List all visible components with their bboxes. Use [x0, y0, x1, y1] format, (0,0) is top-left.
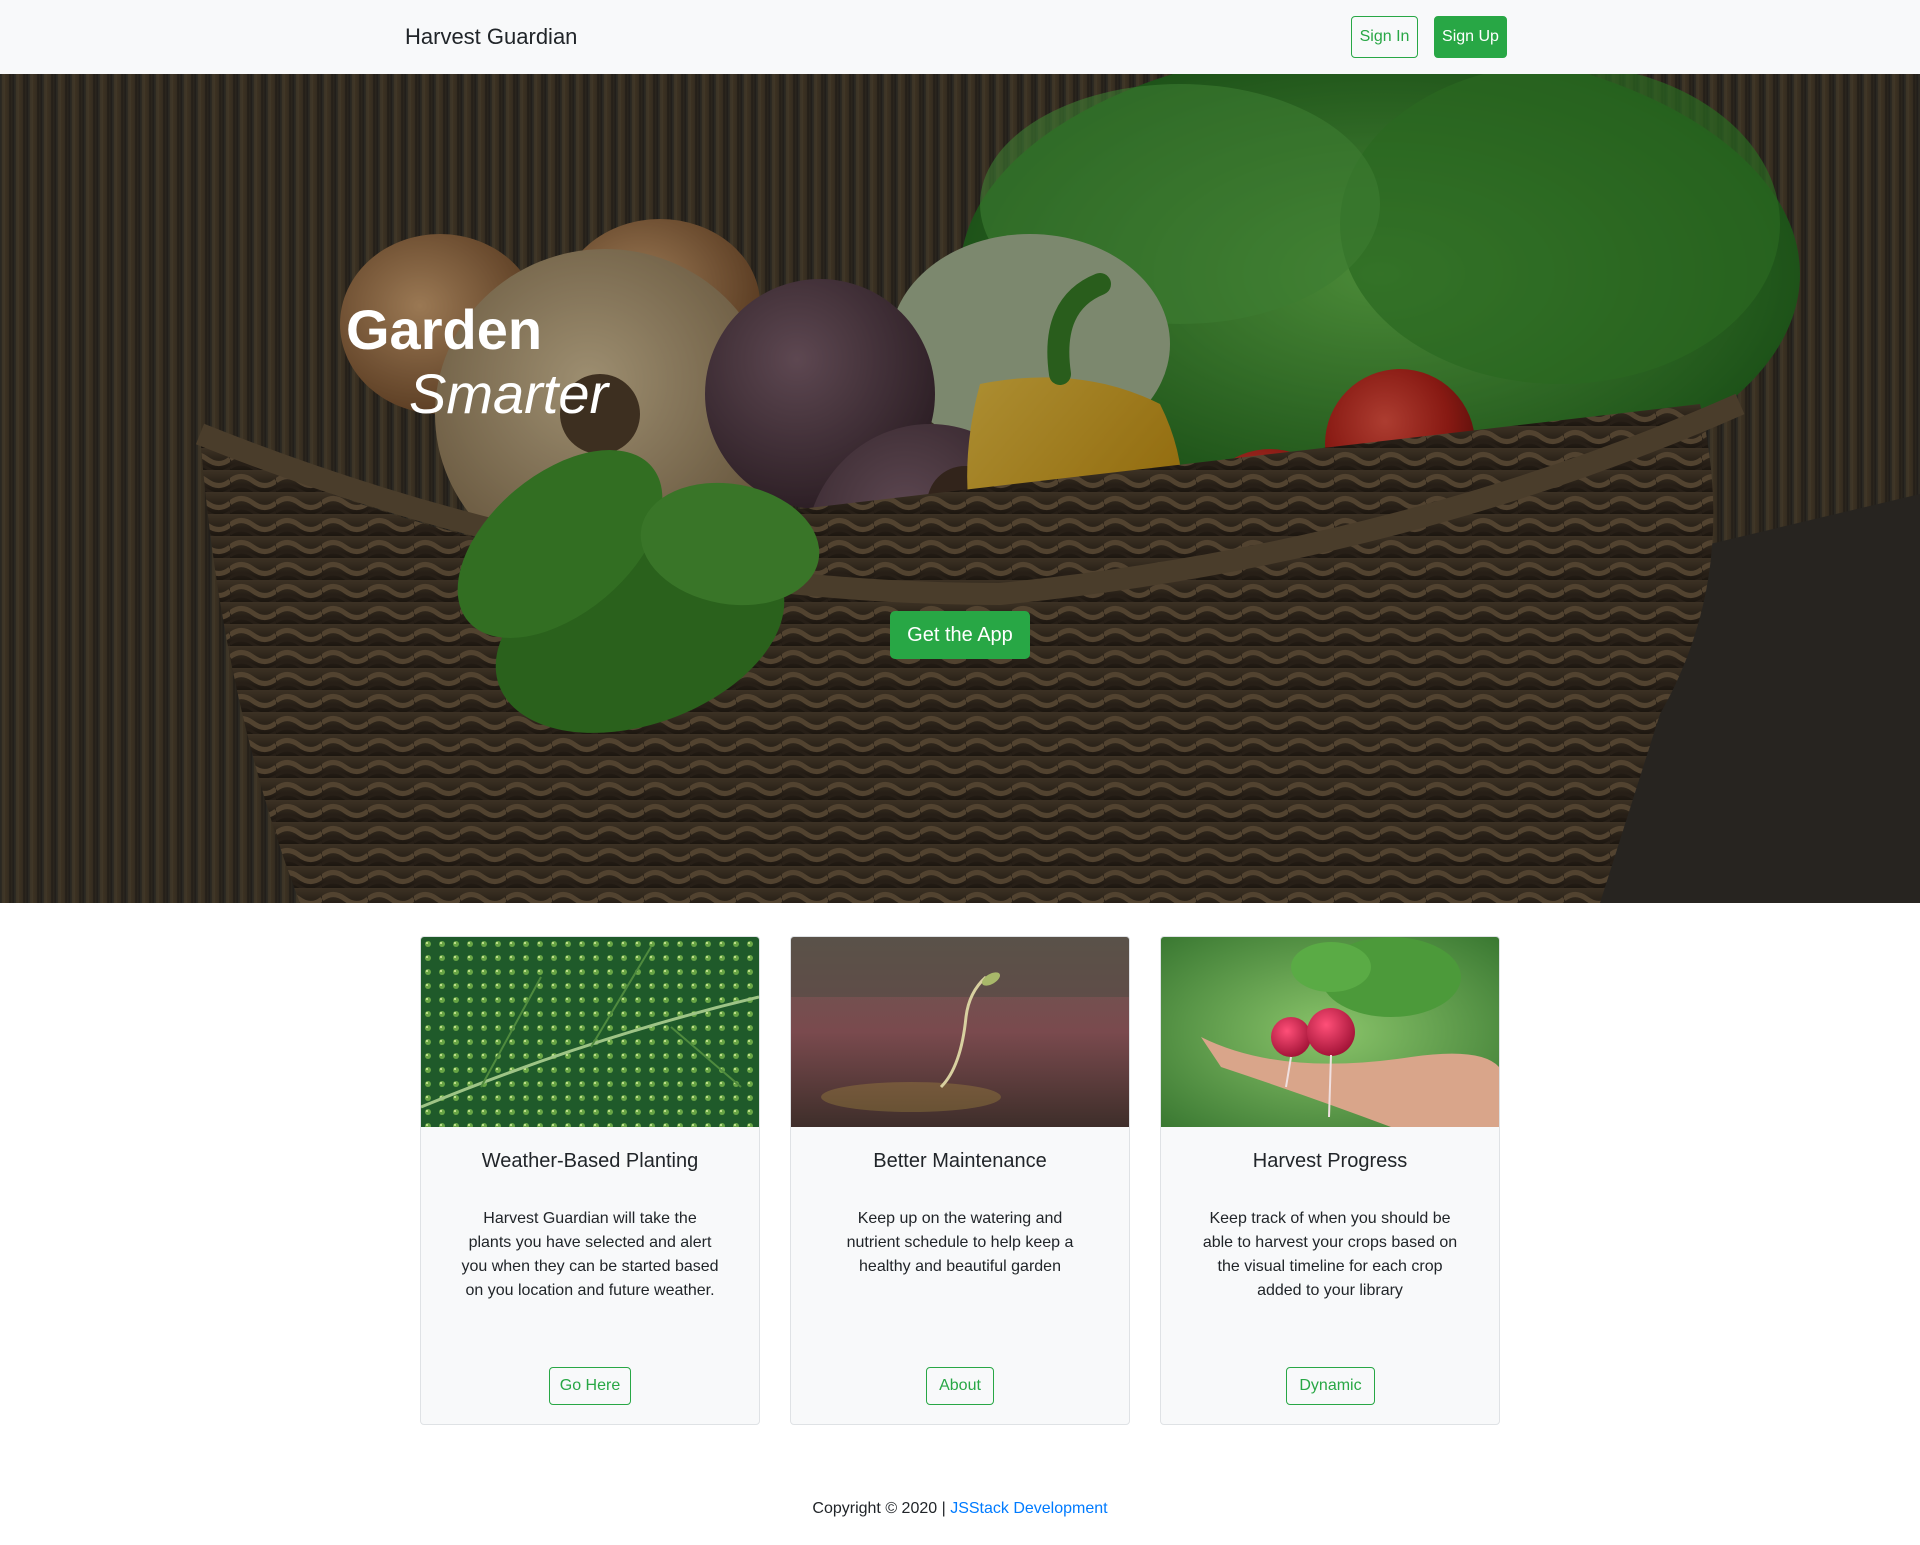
go-here-button[interactable]: Go Here — [549, 1367, 631, 1405]
hero-title-line2: Smarter — [409, 362, 609, 425]
card-text: Keep up on the watering and nutrient sch… — [846, 1210, 1074, 1275]
seedling-sprout-image — [791, 937, 1129, 1127]
navbar: Harvest Guardian Sign In Sign Up — [0, 0, 1920, 74]
about-button[interactable]: About — [926, 1367, 994, 1405]
leaf-water-drops-image — [421, 937, 759, 1127]
hero-title-line1: Garden — [346, 298, 543, 361]
sign-up-button[interactable]: Sign Up — [1434, 16, 1507, 58]
hero-heading: Garden Smarter — [346, 298, 608, 426]
card-title: Better Maintenance — [873, 1150, 1047, 1172]
get-the-app-button[interactable]: Get the App — [890, 611, 1030, 659]
feature-card-harvest: Harvest Progress Keep track of when you … — [1160, 936, 1500, 1425]
brand-link[interactable]: Harvest Guardian — [405, 22, 577, 52]
footer: Copyright © 2020 | JSStack Development — [0, 1497, 1920, 1521]
jsstack-development-link[interactable]: JSStack Development — [950, 1500, 1107, 1517]
card-text: Harvest Guardian will take the plants yo… — [461, 1210, 719, 1299]
radishes-in-hand-image — [1161, 937, 1499, 1127]
feature-card-maintenance: Better Maintenance Keep up on the wateri… — [790, 936, 1130, 1425]
hero-vegetable-basket-image — [0, 74, 1920, 903]
feature-card-weather: Weather-Based Planting Harvest Guardian … — [420, 936, 760, 1425]
hero-banner: Garden Smarter Get the App — [0, 74, 1920, 903]
card-text: Keep track of when you should be able to… — [1202, 1210, 1458, 1299]
card-title: Harvest Progress — [1252, 1150, 1408, 1172]
dynamic-button[interactable]: Dynamic — [1286, 1367, 1375, 1405]
sign-in-button[interactable]: Sign In — [1351, 16, 1418, 58]
card-title: Weather-Based Planting — [481, 1150, 699, 1172]
copyright-text: Copyright © 2020 | — [812, 1500, 951, 1517]
